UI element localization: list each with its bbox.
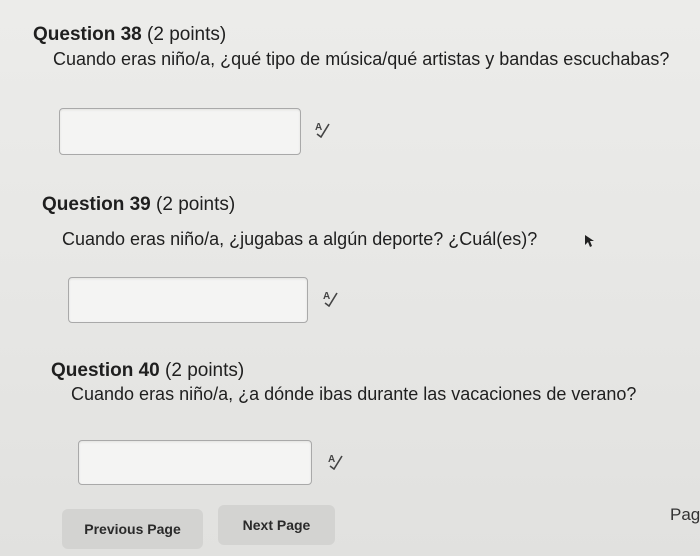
question-text: Cuando eras niño/a, ¿qué tipo de música/… [53, 49, 670, 69]
question-number: Question 38 [33, 24, 142, 45]
question-38: Question 38 (2 points) [33, 24, 226, 46]
question-title: Question 40 (2 points) [51, 360, 244, 382]
question-title: Question 39 (2 points) [42, 194, 235, 216]
previous-page-button[interactable]: Previous Page [62, 509, 203, 549]
spellcheck-icon[interactable]: A [326, 452, 344, 471]
svg-text:A: A [328, 454, 335, 465]
question-40: Question 40 (2 points) [51, 360, 244, 382]
spellcheck-icon-graphic: A [315, 122, 330, 139]
question-number: Question 40 [51, 360, 160, 381]
answer-input[interactable] [59, 108, 301, 155]
question-points: (2 points) [156, 194, 236, 215]
page-indicator-label: Page [670, 505, 700, 524]
question-39: Question 39 (2 points) [42, 194, 235, 216]
question-title: Question 38 (2 points) [33, 24, 226, 46]
svg-text:A: A [323, 291, 330, 302]
svg-text:A: A [315, 122, 322, 133]
next-page-button[interactable]: Next Page [218, 505, 335, 545]
question-points: (2 points) [147, 24, 227, 45]
question-text: Cuando eras niño/a, ¿a dónde ibas durant… [71, 384, 637, 404]
spellcheck-icon-graphic: A [323, 291, 338, 308]
spellcheck-icon[interactable]: A [313, 120, 331, 139]
question-number: Question 39 [42, 194, 151, 215]
answer-input[interactable] [78, 440, 312, 485]
mouse-cursor-icon [584, 234, 596, 248]
spellcheck-icon-graphic: A [328, 454, 343, 471]
spellcheck-icon[interactable]: A [321, 289, 339, 308]
mouse-cursor-icon-graphic [585, 235, 594, 247]
question-text: Cuando eras niño/a, ¿jugabas a algún dep… [62, 229, 538, 249]
question-points: (2 points) [165, 360, 245, 381]
answer-input[interactable] [68, 277, 308, 323]
